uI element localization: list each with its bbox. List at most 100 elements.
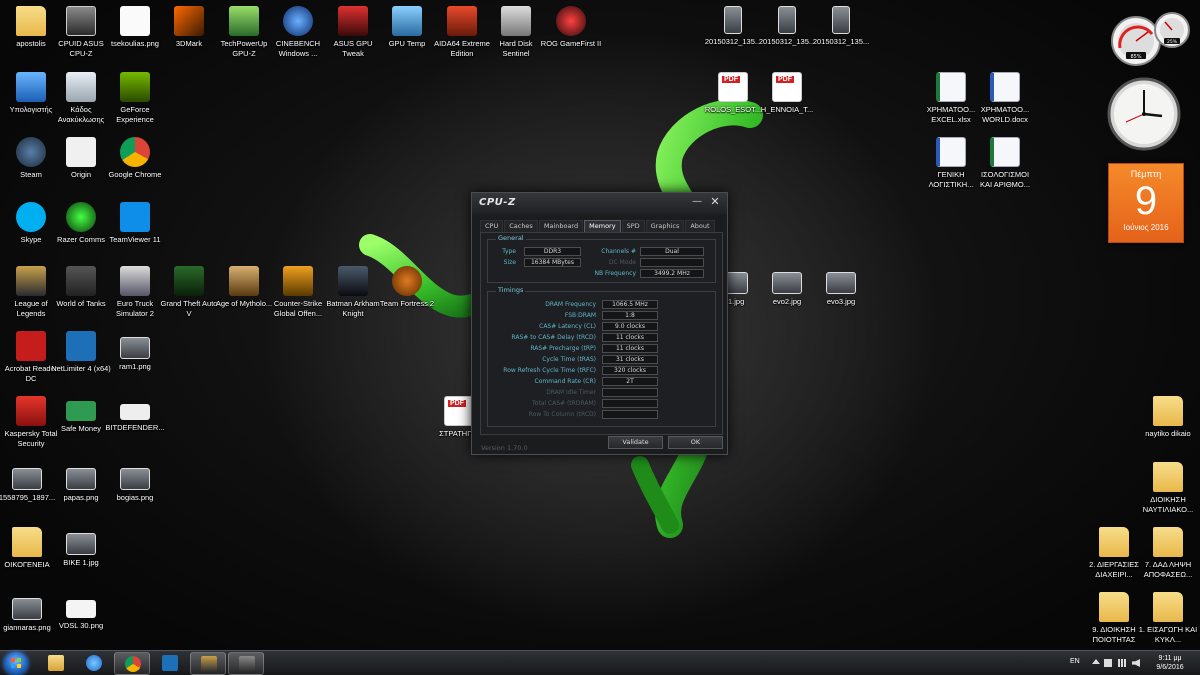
start-button[interactable]: [4, 652, 28, 675]
taskbar-explorer[interactable]: [38, 652, 74, 675]
desktop-icon-tsekoulias[interactable]: tsekoulias.png: [104, 6, 166, 49]
desktop-icon-evo2[interactable]: evo2.jpg: [756, 266, 818, 307]
desktop-icon-cinebench[interactable]: CINEBENCH Windows ...: [267, 6, 329, 58]
cpu-meter-gadget[interactable]: 85% 25%: [1106, 8, 1196, 70]
desktop-icon-gta[interactable]: Grand Theft Auto V: [158, 266, 220, 318]
desktop-icon-img2[interactable]: 20150312_135...: [756, 6, 818, 47]
cpuz-version: Version 1.70.0: [481, 444, 528, 452]
desktop-icon-netlimiter[interactable]: NetLimiter 4 (x64): [50, 331, 112, 374]
desktop-icon-lipsi[interactable]: 7. ΔΑΔ ΛΗΨΗ ΑΠΟΦΑΣΕΩ...: [1137, 527, 1199, 579]
desktop-icon-gpuz[interactable]: TechPowerUp GPU-Z: [213, 6, 275, 58]
network-icon[interactable]: [1118, 659, 1126, 667]
desktop-icon-eisagogi[interactable]: 1. ΕΙΣΑΓΩΓΗ ΚΑΙ ΚΥΚΛ...: [1137, 592, 1199, 644]
folder-icon: [1099, 527, 1129, 557]
desktop-icon-naytiko[interactable]: naytiko dikaio: [1137, 396, 1199, 439]
desktop-icon-3dmark[interactable]: 3DMark: [158, 6, 220, 49]
taskbar-netlimiter[interactable]: [152, 652, 188, 675]
desktop-icon-vdsl[interactable]: VDSL 30.png: [50, 592, 112, 631]
desktop-icon-rog[interactable]: ROG GameFirst II: [540, 6, 602, 49]
timing-value: 11 clocks: [602, 333, 658, 342]
desktop-icon-chrome[interactable]: Google Chrome: [104, 137, 166, 180]
tab-graphics[interactable]: Graphics: [645, 220, 685, 232]
tab-cpu[interactable]: CPU: [480, 220, 504, 232]
desktop-icon-bitdefender[interactable]: BITDEFENDER...: [104, 396, 166, 433]
desktop-icon-safemoney[interactable]: Safe Money: [50, 396, 112, 434]
tab-memory[interactable]: Memory: [584, 220, 621, 232]
tab-spd[interactable]: SPD: [621, 220, 645, 232]
folder-icon: [1153, 527, 1183, 557]
image-file-icon: [120, 468, 150, 490]
taskbar-chrome[interactable]: [114, 652, 150, 675]
calendar-gadget[interactable]: Πέμπτη 9 Ιούνιος 2016: [1108, 163, 1184, 243]
desktop-icon-ets[interactable]: Euro Truck Simulator 2: [104, 266, 166, 318]
tab-about[interactable]: About: [685, 220, 715, 232]
timing-value: [602, 388, 658, 397]
pdf-file-icon: [444, 396, 474, 426]
image-file-icon: [66, 533, 96, 555]
image-file-icon: [66, 468, 96, 490]
timing-label: CAS# Latency (CL): [539, 323, 596, 330]
desktop-icon-batman[interactable]: Batman Arkham Knight: [322, 266, 384, 318]
desktop-icon-rolos[interactable]: ROLOS_ESOT...: [702, 72, 764, 115]
rog-gamefirst-icon: [556, 6, 586, 36]
desktop-icon-gputemp[interactable]: GPU Temp: [376, 6, 438, 49]
tab-caches[interactable]: Caches: [504, 220, 538, 232]
taskbar-ie[interactable]: [76, 652, 112, 675]
desktop-icon-xrim-word[interactable]: ΧΡΗΜΑΤΟΟ... WORLD.docx: [974, 72, 1036, 124]
hard-disk-sentinel-icon: [501, 6, 531, 36]
desktop-icon-geniki[interactable]: ΓΕΝΙΚΗ ΛΟΓΙΣΤΙΚΗ...: [920, 137, 982, 189]
ok-button[interactable]: OK: [668, 436, 723, 449]
show-hidden-icons[interactable]: [1092, 659, 1100, 664]
cpuz-titlebar[interactable]: CPU-Z — ✕: [472, 193, 727, 214]
desktop-icon-poiotita[interactable]: 9. ΔΙΟΙΚΗΣΗ ΠΟΙΟΤΗΤΑΣ: [1083, 592, 1145, 644]
chrome-icon: [120, 137, 150, 167]
windows-logo-icon: [11, 658, 21, 668]
desktop-icon-geforce[interactable]: GeForce Experience: [104, 72, 166, 124]
desktop-icon-cpuid[interactable]: CPUID ASUS CPU-Z: [50, 6, 112, 58]
desktop-icon-wot[interactable]: World of Tanks: [50, 266, 112, 309]
desktop-icon-papas[interactable]: papas.png: [50, 462, 112, 503]
desktop-icon-origin[interactable]: Origin: [50, 137, 112, 180]
language-indicator[interactable]: EN: [1070, 658, 1080, 665]
desktop-icon-isologismoi[interactable]: ΙΣΟΛΟΓΙΣΜΟΙ ΚΑΙ ΑΡΙΘΜΟ...: [974, 137, 1036, 189]
desktop-icon-recycle[interactable]: Κάδος Ανακύκλωσης: [50, 72, 112, 124]
desktop-icon-evo3[interactable]: evo3.jpg: [810, 266, 872, 307]
desktop-icon-bike[interactable]: BIKE 1.jpg: [50, 527, 112, 568]
desktop-icon-teamviewer[interactable]: TeamViewer 11: [104, 202, 166, 245]
age-of-mythology-icon: [229, 266, 259, 296]
desktop-icon-img1[interactable]: 20150312_135...: [702, 6, 764, 47]
desktop-icon-razer[interactable]: Razer Comms: [50, 202, 112, 245]
desktop-icon-aida[interactable]: AIDA64 Extreme Edition: [431, 6, 493, 58]
image-file-icon: [778, 6, 796, 34]
desktop-icon-dioikisi-nayt[interactable]: ΔΙΟΙΚΗΣΗ ΝΑΥΤΙΛΙΑΚΟ...: [1137, 462, 1199, 514]
clock-gadget[interactable]: [1106, 76, 1182, 152]
validate-button[interactable]: Validate: [608, 436, 663, 449]
action-center-icon[interactable]: [1104, 659, 1112, 667]
desktop-icon-asusgpu[interactable]: ASUS GPU Tweak: [322, 6, 384, 58]
desktop-icon-ennoia[interactable]: H_ENNOIA_T...: [756, 72, 818, 115]
desktop-icon-diergasies[interactable]: 2. ΔΙΕΡΓΑΣΙΕΣ ΔΙΑΧΕΙΡΙ...: [1083, 527, 1145, 579]
folder-icon: [1153, 592, 1183, 622]
calendar-month: Ιούνιος 2016: [1123, 223, 1169, 232]
timing-value: 1066.5 MHz: [602, 300, 658, 309]
desktop-icon-tf2[interactable]: Team Fortress 2: [376, 266, 438, 309]
skype-icon: [16, 202, 46, 232]
desktop-icon-bogias[interactable]: bogias.png: [104, 462, 166, 503]
cpuz-window[interactable]: CPU-Z — ✕ CPU Caches Mainboard Memory SP…: [471, 192, 728, 455]
desktop-icon-img3[interactable]: 20150312_135...: [810, 6, 872, 47]
teamviewer-icon: [120, 202, 150, 232]
desktop-icon-ram1[interactable]: ram1.png: [104, 331, 166, 372]
taskbar-lol[interactable]: [190, 652, 226, 675]
taskbar-clock[interactable]: 9:11 μμ 9/6/2016: [1150, 654, 1190, 672]
volume-icon[interactable]: [1132, 659, 1140, 667]
tab-mainboard[interactable]: Mainboard: [538, 220, 584, 232]
desktop-icon-aom[interactable]: Age of Mytholo...: [213, 266, 275, 309]
close-icon[interactable]: ✕: [709, 195, 721, 209]
desktop-icon-xrim-excel[interactable]: ΧΡΗΜΑΤΟΟ... EXCEL.xlsx: [920, 72, 982, 124]
batman-icon: [338, 266, 368, 296]
minimize-button[interactable]: —: [691, 196, 703, 210]
desktop-icon-hds[interactable]: Hard Disk Sentinel: [485, 6, 547, 58]
razer-icon: [66, 202, 96, 232]
taskbar-cpuz[interactable]: [228, 652, 264, 675]
desktop-icon-csgo[interactable]: Counter-Strike Global Offen...: [267, 266, 329, 318]
